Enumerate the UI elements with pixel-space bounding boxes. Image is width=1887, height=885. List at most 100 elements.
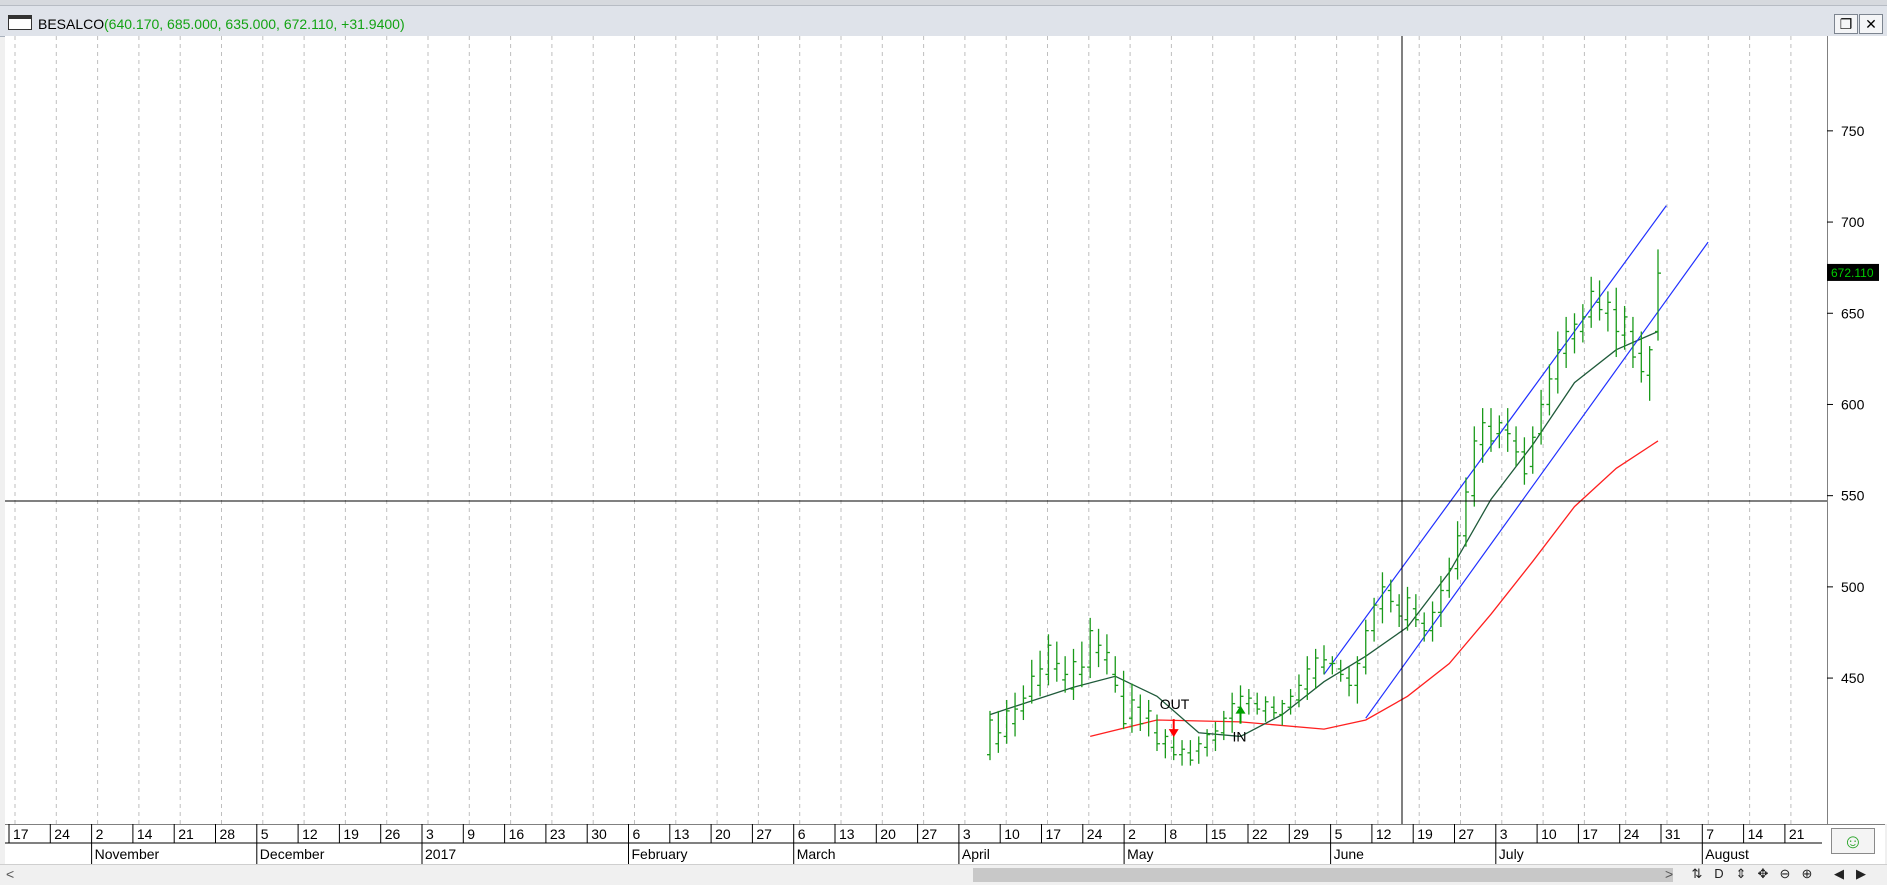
- day-tick-label: 10: [1541, 826, 1557, 842]
- ohlc-bar: [1488, 408, 1494, 452]
- close-button[interactable]: ✕: [1859, 14, 1883, 34]
- scroll-thumb[interactable]: [973, 868, 1673, 882]
- ohlc-bar: [1212, 721, 1219, 752]
- ohlc-bar: [1513, 426, 1520, 467]
- ohlc-bar: [1053, 641, 1060, 682]
- chart-window-icon: [8, 15, 32, 30]
- day-tick-label: 3: [1500, 826, 1508, 842]
- ohlc-bar: [1045, 634, 1052, 686]
- price-chart-svg: OUT IN: [5, 36, 1827, 824]
- day-tick-label: 30: [591, 826, 607, 842]
- price-chart[interactable]: OUT IN: [5, 36, 1828, 824]
- ohlc-bar: [1087, 617, 1094, 679]
- ohlc-bar: [1504, 408, 1511, 452]
- ohlc-bar: [1078, 641, 1085, 688]
- restore-button[interactable]: ❐: [1834, 14, 1858, 34]
- day-tick-label: 10: [1004, 826, 1020, 842]
- zoom-in-icon[interactable]: ⊕: [1798, 866, 1816, 882]
- ohlc-bar: [1245, 689, 1252, 715]
- day-tick-label: 24: [1087, 826, 1103, 842]
- day-tick-label: 17: [13, 826, 29, 842]
- day-tick-label: 24: [1624, 826, 1640, 842]
- last-price-badge: 672.110: [1827, 263, 1879, 281]
- day-tick-label: 26: [385, 826, 401, 842]
- day-tick-label: 3: [426, 826, 434, 842]
- ohlc-bar: [1621, 305, 1628, 350]
- ohlc-bar: [1421, 612, 1428, 642]
- day-tick-label: 3: [963, 826, 971, 842]
- day-tick-label: 20: [715, 826, 731, 842]
- price-tick-label: 450: [1841, 670, 1865, 686]
- tool-zoom-fit-icon[interactable]: ⇅: [1688, 866, 1706, 882]
- day-tick-label: 7: [1706, 826, 1714, 842]
- ohlc-bar: [1462, 477, 1469, 547]
- ohlc-bar: [1546, 364, 1553, 416]
- ohlc-bar: [1179, 740, 1186, 766]
- ohlc-bar: [1321, 645, 1327, 675]
- ohlc-bar: [1145, 699, 1152, 737]
- month-label: November: [95, 846, 160, 862]
- day-tick-label: 22: [1252, 826, 1268, 842]
- smile-icon[interactable]: ☺: [1831, 828, 1875, 854]
- price-tick-label: 750: [1841, 123, 1865, 139]
- ohlc-bar: [1112, 656, 1119, 693]
- ohlc-bar: [1554, 331, 1561, 394]
- ohlc-bar: [1646, 346, 1653, 401]
- day-tick-label: 24: [54, 826, 70, 842]
- ohlc-bar: [987, 710, 993, 761]
- long-moving-average: [1090, 440, 1659, 738]
- day-tick-label: 8: [1169, 826, 1177, 842]
- day-tick-label: 31: [1665, 826, 1681, 842]
- day-tick-label: 27: [922, 826, 938, 842]
- scroll-right-arrow[interactable]: >: [1665, 866, 1673, 882]
- zoom-out-icon[interactable]: ⊖: [1776, 866, 1794, 882]
- ohlc-bar: [1003, 699, 1010, 744]
- chart-window-titlebar: BESALCO (640.170, 685.000, 635.000, 672.…: [0, 6, 1887, 37]
- day-tick-label: 13: [674, 826, 690, 842]
- scroll-forward-icon[interactable]: ▶: [1852, 866, 1870, 882]
- ohlc-bar: [1229, 692, 1236, 733]
- price-tick-label: 600: [1841, 396, 1865, 412]
- tool-vertical-scale-icon[interactable]: ⇕: [1732, 866, 1750, 882]
- ohlc-bar: [1028, 659, 1035, 704]
- month-label: March: [797, 846, 836, 862]
- ohlc-bar: [1521, 437, 1528, 485]
- ohlc-bar: [1588, 276, 1595, 328]
- ohlc-bar: [1412, 594, 1419, 627]
- month-label: December: [260, 846, 325, 862]
- month-label: August: [1705, 846, 1749, 862]
- day-tick-label: 12: [302, 826, 318, 842]
- scroll-back-icon[interactable]: ◀: [1830, 866, 1848, 882]
- tool-period-d-icon[interactable]: D: [1710, 866, 1728, 881]
- out-signal-label: OUT: [1160, 696, 1190, 712]
- scroll-left-arrow[interactable]: <: [6, 866, 14, 882]
- day-tick-label: 29: [1293, 826, 1309, 842]
- ohlc-bar: [1287, 689, 1294, 715]
- day-ticks: 17 24 2 14 21 28 5 12 19 26 3 9 16 23 30 6 13 20 27 6 13 20 27…: [8, 824, 1805, 843]
- month-labels: November December 2017 February March April Ma…: [91, 843, 1749, 864]
- ohlc-bar: [1262, 696, 1269, 722]
- ohlc-bar: [1563, 316, 1570, 368]
- day-tick-label: 13: [839, 826, 855, 842]
- horizontal-scrollbar[interactable]: < > ⇅ D ⇕ ✥ ⊖ ⊕ ◀ ▶: [0, 864, 1887, 885]
- day-tick-label: 21: [178, 826, 194, 842]
- ohlc-bar: [1613, 287, 1620, 358]
- tool-move-icon[interactable]: ✥: [1754, 866, 1772, 882]
- price-axis[interactable]: 450 500 550 600 650 700 750 672.110: [1827, 36, 1887, 824]
- last-price-label: 672.110: [1831, 266, 1874, 280]
- channel-lower-line: [1365, 241, 1709, 719]
- ohlc-bar: [1312, 648, 1319, 690]
- ohlc-bar: [1362, 619, 1369, 675]
- day-tick-label: 28: [220, 826, 236, 842]
- day-tick-label: 19: [1417, 826, 1433, 842]
- ohlc-bar: [1437, 575, 1444, 627]
- ohlc-bar: [1655, 249, 1661, 341]
- long-ma-line: [1090, 440, 1659, 738]
- day-tick-label: 27: [1459, 826, 1475, 842]
- day-tick-label: 6: [633, 826, 641, 842]
- day-tick-label: 23: [550, 826, 566, 842]
- time-axis[interactable]: 17 24 2 14 21 28 5 12 19 26 3 9 16 23 30 6 13 20 27 6 13 20 27…: [5, 824, 1885, 864]
- day-tick-label: 14: [137, 826, 153, 842]
- ohlc-bar: [1387, 579, 1394, 613]
- ohlc-bar: [995, 710, 1002, 753]
